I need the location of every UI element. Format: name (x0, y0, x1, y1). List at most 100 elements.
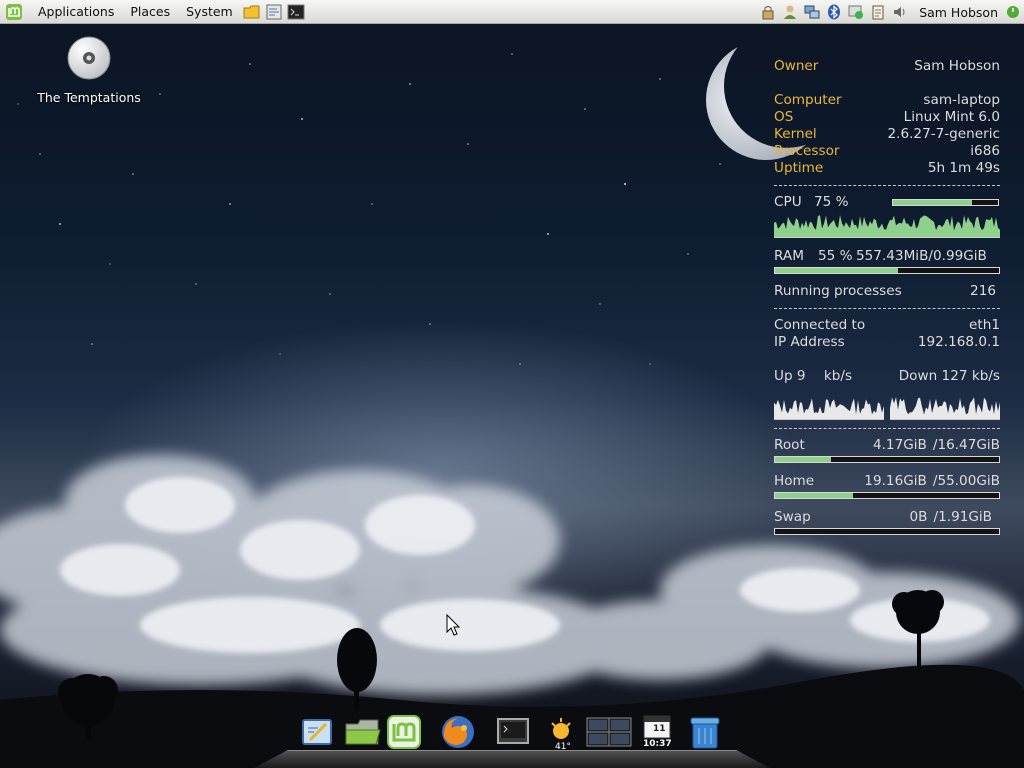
terminal-launcher-icon[interactable] (287, 3, 305, 21)
ram-amount: 557.43MiB/0.99GiB (856, 248, 987, 264)
swap-used: 0B (909, 509, 928, 525)
mint-menu-dock-icon[interactable] (386, 714, 424, 752)
os-row: OS Linux Mint 6.0 (774, 109, 1000, 126)
applications-menu[interactable]: Applications (30, 0, 122, 24)
root-total: /16.47GiB (932, 437, 1000, 453)
owner-row: Owner Sam Hobson (774, 58, 1000, 75)
places-menu[interactable]: Places (122, 0, 178, 24)
bluetooth-icon[interactable] (825, 3, 843, 21)
upload-value: 9 (796, 368, 806, 384)
network-icon[interactable] (803, 3, 821, 21)
text-editor-launcher-icon[interactable] (265, 3, 283, 21)
ip-label: IP Address (774, 334, 845, 350)
ram-value: 55 % (818, 248, 853, 264)
user-icon[interactable] (781, 3, 799, 21)
owner-value: Sam Hobson (914, 58, 1000, 74)
desktop-cd-label: The Temptations (37, 90, 141, 105)
power-icon[interactable] (1004, 3, 1022, 21)
processes-row: Running processes 216 (774, 283, 1000, 300)
user-switcher[interactable]: Sam Hobson (911, 0, 1002, 24)
traffic-row: Up 9 kb/s Down 127 kb/s (774, 368, 1000, 385)
system-menu[interactable]: System (178, 0, 241, 24)
clipboard-icon[interactable] (869, 3, 887, 21)
home-bar (774, 492, 1000, 499)
home-row: Home 19.16GiB /55.00GiB (774, 473, 1000, 490)
system-tray: Sam Hobson (757, 0, 1024, 24)
folder-launcher-icon[interactable] (243, 3, 261, 21)
root-label: Root (774, 437, 805, 453)
kernel-label: Kernel (774, 126, 817, 142)
download-label: Down (898, 368, 938, 384)
workspace-switcher-dock-icon[interactable] (586, 714, 632, 752)
uptime-row: Uptime 5h 1m 49s (774, 160, 1000, 177)
conky-system-monitor: Owner Sam Hobson Computer sam-laptop OS … (774, 58, 1000, 535)
separator (774, 185, 1000, 186)
ip-value: 192.168.0.1 (917, 334, 1000, 350)
computer-label: Computer (774, 92, 842, 108)
kernel-value: 2.6.27-7-generic (887, 126, 1000, 142)
terminal-dock-icon[interactable] (496, 714, 534, 752)
processor-label: Processor (774, 143, 840, 159)
home-label: Home (774, 473, 815, 489)
dock-shelf (254, 750, 770, 768)
weather-temp: 41° (555, 742, 571, 752)
cpu-bar (892, 199, 999, 206)
connected-row: Connected to eth1 (774, 317, 1000, 334)
text-editor-dock-icon[interactable] (300, 714, 338, 752)
computer-row: Computer sam-laptop (774, 92, 1000, 109)
ram-label: RAM (774, 248, 804, 264)
ip-row: IP Address 192.168.0.1 (774, 334, 1000, 351)
separator (774, 428, 1000, 429)
upload-unit: kb/s (823, 368, 853, 384)
root-row: Root 4.17GiB /16.47GiB (774, 437, 1000, 454)
ram-row: RAM 55 % 557.43MiB/0.99GiB (774, 248, 1000, 265)
lock-icon[interactable] (759, 3, 777, 21)
desktop-cd-item[interactable]: The Temptations (30, 36, 148, 105)
processes-value: 216 (970, 283, 996, 299)
processor-row: Processor i686 (774, 143, 1000, 160)
cpu-value: 75 % (814, 194, 849, 210)
firefox-dock-icon[interactable] (440, 714, 478, 752)
upload-label: Up (774, 368, 793, 384)
swap-label: Swap (774, 509, 811, 525)
weather-dock-icon[interactable]: 41° (546, 714, 584, 752)
separator (774, 308, 1000, 309)
dock: 41° 11 10:37 (254, 712, 770, 768)
volume-icon[interactable] (891, 3, 909, 21)
cpu-row: CPU 75 % (774, 194, 1000, 211)
swap-row: Swap 0B /1.91GiB (774, 509, 1000, 526)
os-value: Linux Mint 6.0 (903, 109, 1000, 125)
home-used: 19.16GiB (864, 473, 927, 489)
clock-time: 10:37 (643, 739, 672, 749)
cpu-graph (774, 211, 1000, 238)
download-graph (890, 396, 1000, 420)
calendar-day: 11 (653, 724, 666, 734)
processes-label: Running processes (774, 283, 902, 299)
connected-value: eth1 (969, 317, 1000, 333)
trash-dock-icon[interactable] (688, 714, 726, 752)
os-label: OS (774, 109, 794, 125)
file-manager-dock-icon[interactable] (344, 714, 382, 752)
calendar-clock-dock-icon[interactable]: 11 10:37 (642, 714, 680, 752)
cpu-label: CPU (774, 194, 802, 210)
main-menu-bar: Applications Places System (0, 0, 307, 24)
swap-bar (774, 528, 1000, 535)
connected-label: Connected to (774, 317, 866, 333)
cd-icon (67, 36, 111, 80)
uptime-value: 5h 1m 49s (927, 160, 1000, 176)
download-value: 127 (941, 368, 968, 384)
home-total: /55.00GiB (932, 473, 1000, 489)
computer-value: sam-laptop (923, 92, 1000, 108)
ram-bar (774, 267, 1000, 274)
swap-total: /1.91GiB (933, 509, 992, 525)
owner-label: Owner (774, 58, 819, 74)
uptime-label: Uptime (774, 160, 824, 176)
upload-graph (774, 398, 884, 420)
update-manager-icon[interactable] (847, 3, 865, 21)
mint-logo-icon[interactable] (0, 0, 30, 24)
root-used: 4.17GiB (872, 437, 927, 453)
download-unit: kb/s (971, 368, 1000, 384)
top-panel: Applications Places System Sam Hobson (0, 0, 1024, 24)
processor-value: i686 (970, 143, 1000, 159)
kernel-row: Kernel 2.6.27-7-generic (774, 126, 1000, 143)
